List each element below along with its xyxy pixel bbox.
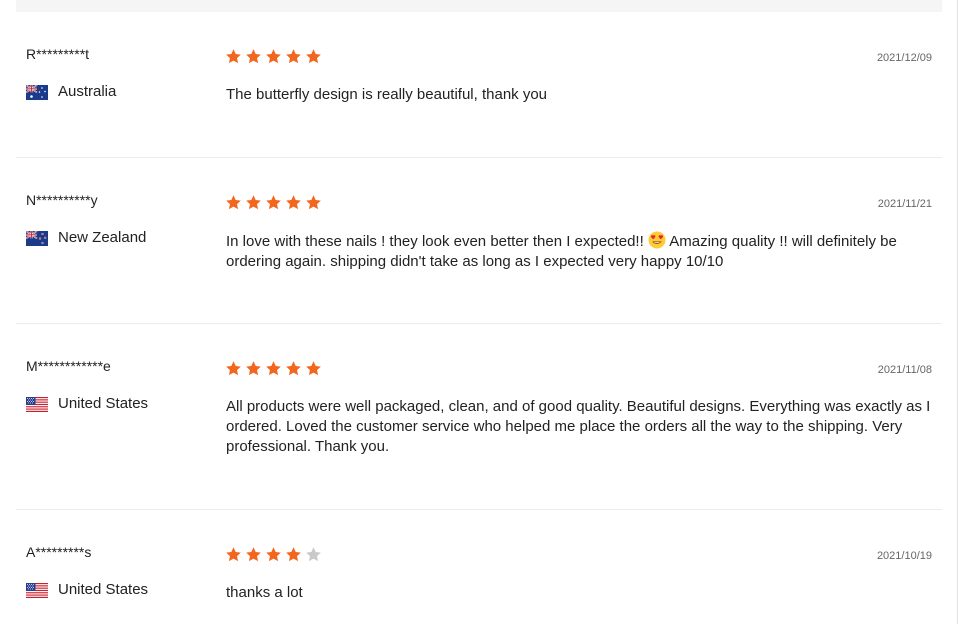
star-filled-icon	[225, 546, 242, 563]
star-filled-icon	[285, 546, 302, 563]
review-date: 2021/12/09	[876, 52, 932, 64]
review-date: 2021/10/19	[876, 550, 932, 562]
review-text: The butterfly design is really beautiful…	[226, 86, 548, 103]
review-text-part: In love with these nails ! they look eve…	[226, 233, 648, 250]
star-rating	[225, 48, 322, 65]
star-filled-icon	[265, 360, 282, 377]
reviews-header-bar	[16, 0, 942, 12]
star-filled-icon	[285, 194, 302, 211]
star-filled-icon	[305, 360, 322, 377]
country-name: New Zealand	[58, 229, 147, 246]
review-item: M************e United States 2021/11/08 …	[16, 357, 942, 510]
star-rating	[225, 546, 322, 563]
star-filled-icon	[285, 48, 302, 65]
right-divider	[957, 0, 958, 624]
star-rating	[225, 194, 322, 211]
country-name: United States	[58, 581, 149, 598]
star-filled-icon	[245, 546, 262, 563]
new-zealand-flag-icon	[26, 231, 48, 246]
star-filled-icon	[225, 194, 242, 211]
us-flag-icon	[26, 397, 48, 412]
reviewer-country: Australia	[26, 83, 116, 101]
star-filled-icon	[225, 360, 242, 377]
reviewer-name: R*********t	[26, 46, 90, 62]
heart-eyes-emoji-icon	[648, 231, 666, 249]
reviewer-country: United States	[26, 395, 148, 413]
star-filled-icon	[285, 360, 302, 377]
star-rating	[225, 360, 322, 377]
reviewer-name: M************e	[26, 358, 111, 374]
reviewer-country: New Zealand	[26, 229, 146, 247]
review-item: N**********y New Zealand 2021/11/21 In l…	[16, 191, 942, 324]
review-text: In love with these nails ! they look eve…	[226, 231, 932, 272]
country-name: Australia	[58, 83, 117, 100]
star-filled-icon	[245, 360, 262, 377]
reviewer-name: A*********s	[26, 544, 92, 560]
star-filled-icon	[305, 194, 322, 211]
review-item: A*********s United States 2021/10/19 tha…	[16, 543, 942, 624]
star-empty-icon	[305, 546, 322, 563]
star-filled-icon	[245, 48, 262, 65]
review-date: 2021/11/21	[877, 198, 932, 210]
reviews-page: R*********t Australia 2021/12/09 The but…	[0, 0, 960, 624]
australia-flag-icon	[26, 85, 48, 100]
star-filled-icon	[225, 48, 242, 65]
review-text: All products were well packaged, clean, …	[226, 398, 931, 455]
review-item: R*********t Australia 2021/12/09 The but…	[16, 45, 942, 158]
star-filled-icon	[265, 546, 282, 563]
reviewer-country: United States	[26, 581, 148, 599]
star-filled-icon	[245, 194, 262, 211]
star-filled-icon	[265, 194, 282, 211]
reviewer-name: N**********y	[26, 192, 98, 208]
review-date: 2021/11/08	[877, 364, 932, 376]
star-filled-icon	[265, 48, 282, 65]
us-flag-icon	[26, 583, 48, 598]
country-name: United States	[58, 395, 149, 412]
review-text: thanks a lot	[226, 584, 303, 601]
star-filled-icon	[305, 48, 322, 65]
